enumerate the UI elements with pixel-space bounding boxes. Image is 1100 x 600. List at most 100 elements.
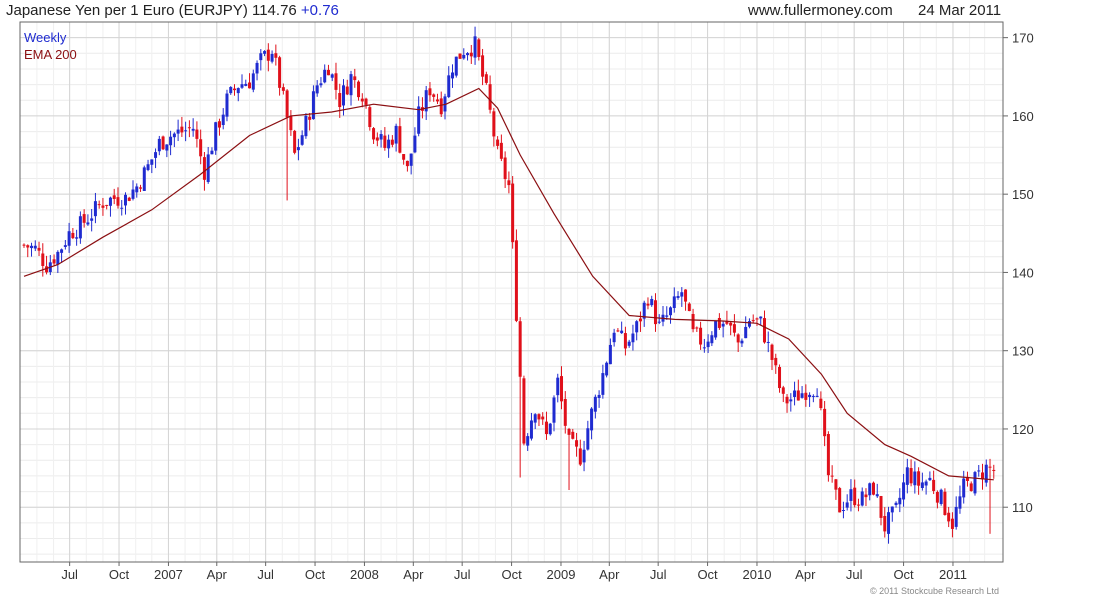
candle-body (883, 515, 887, 532)
candle-body (962, 478, 966, 498)
candle-body (86, 222, 90, 225)
candle-body (620, 330, 624, 334)
candle-body (601, 373, 605, 395)
candle-body (766, 341, 770, 343)
x-tick-label: 2007 (154, 567, 183, 582)
candle-body (687, 303, 691, 312)
candle-body (236, 88, 240, 94)
x-tick-label: Oct (697, 567, 718, 582)
candle-body (710, 335, 714, 344)
candle-body (278, 57, 282, 88)
candle-body (345, 86, 349, 95)
candle-body (202, 157, 206, 180)
candle-body (691, 314, 695, 330)
candle-body (800, 393, 804, 398)
candle-body (954, 506, 958, 527)
candle-body (789, 399, 793, 402)
candle-body (259, 53, 263, 61)
candle-body (308, 116, 312, 120)
candle-body (823, 408, 827, 437)
candle-body (796, 390, 800, 401)
candle-body (157, 138, 161, 152)
candle-body (462, 54, 466, 59)
candle-body (375, 137, 379, 141)
candle-body (469, 52, 473, 57)
candle-body (871, 482, 875, 495)
candle-body (826, 434, 830, 476)
candle-body (653, 300, 657, 325)
candle-body (845, 502, 849, 508)
candle-body (296, 147, 300, 151)
candle-body (529, 420, 533, 439)
candle-body (567, 428, 571, 435)
candle-body (266, 49, 270, 61)
candle-body (759, 316, 763, 319)
candle-body (451, 72, 455, 79)
candle-body (819, 398, 823, 409)
candle-body (33, 245, 37, 249)
candle-body (319, 83, 323, 86)
candle-body (890, 506, 894, 513)
candle-body (913, 471, 917, 486)
candle-body (984, 464, 988, 483)
candle-body (394, 125, 398, 144)
candle-body (439, 98, 443, 115)
candle-body (875, 494, 879, 497)
candle-body (650, 298, 654, 306)
candle-body (781, 387, 785, 394)
candle-body (864, 494, 868, 498)
candle-body (578, 448, 582, 465)
candle-body (740, 340, 744, 344)
candle-body (270, 53, 274, 62)
candle-body (507, 180, 511, 186)
candle-body (706, 341, 710, 348)
candle-body (608, 344, 612, 365)
candle-body (593, 396, 597, 412)
candle-body (770, 344, 774, 360)
candle-body (150, 159, 154, 165)
candle-body (342, 85, 346, 106)
candle-body (556, 377, 560, 396)
candle-body (793, 390, 797, 397)
candle-body (112, 195, 116, 199)
x-tick-label: Jul (61, 567, 78, 582)
candle-body (544, 421, 548, 435)
candle-body (146, 164, 150, 170)
candle-body (721, 323, 725, 327)
x-tick-label: 2010 (743, 567, 772, 582)
candle-body (680, 292, 684, 297)
candle-body (244, 83, 248, 86)
candle-body (755, 318, 759, 320)
candle-body (676, 296, 680, 298)
candle-body (334, 73, 338, 90)
candle-body (563, 398, 567, 426)
candle-body (635, 321, 639, 333)
candle-body (323, 69, 327, 83)
candle-body (928, 477, 932, 481)
candle-body (977, 470, 981, 472)
candle-body (225, 93, 229, 117)
candle-body (199, 139, 203, 157)
candle-body (571, 431, 575, 439)
candle-body (60, 249, 64, 253)
y-tick-label: 130 (1012, 344, 1034, 359)
x-tick-label: Oct (893, 567, 914, 582)
candle-body (969, 483, 973, 492)
candle-body (950, 518, 954, 529)
candle-body (56, 251, 60, 265)
candle-body (240, 84, 244, 88)
candle-body (932, 479, 936, 491)
candle-body (612, 332, 616, 343)
candle-body (409, 153, 413, 166)
candle-body (943, 491, 947, 515)
candle-body (714, 320, 718, 338)
candle-body (717, 317, 721, 328)
candle-body (285, 90, 289, 118)
legend-weekly: Weekly (24, 30, 67, 45)
candle-body (135, 186, 139, 193)
candle-body (311, 91, 315, 120)
x-tick-label: 2011 (939, 567, 967, 582)
candle-body (41, 253, 45, 266)
x-tick-label: Jul (846, 567, 863, 582)
x-tick-label: Apr (403, 567, 424, 582)
